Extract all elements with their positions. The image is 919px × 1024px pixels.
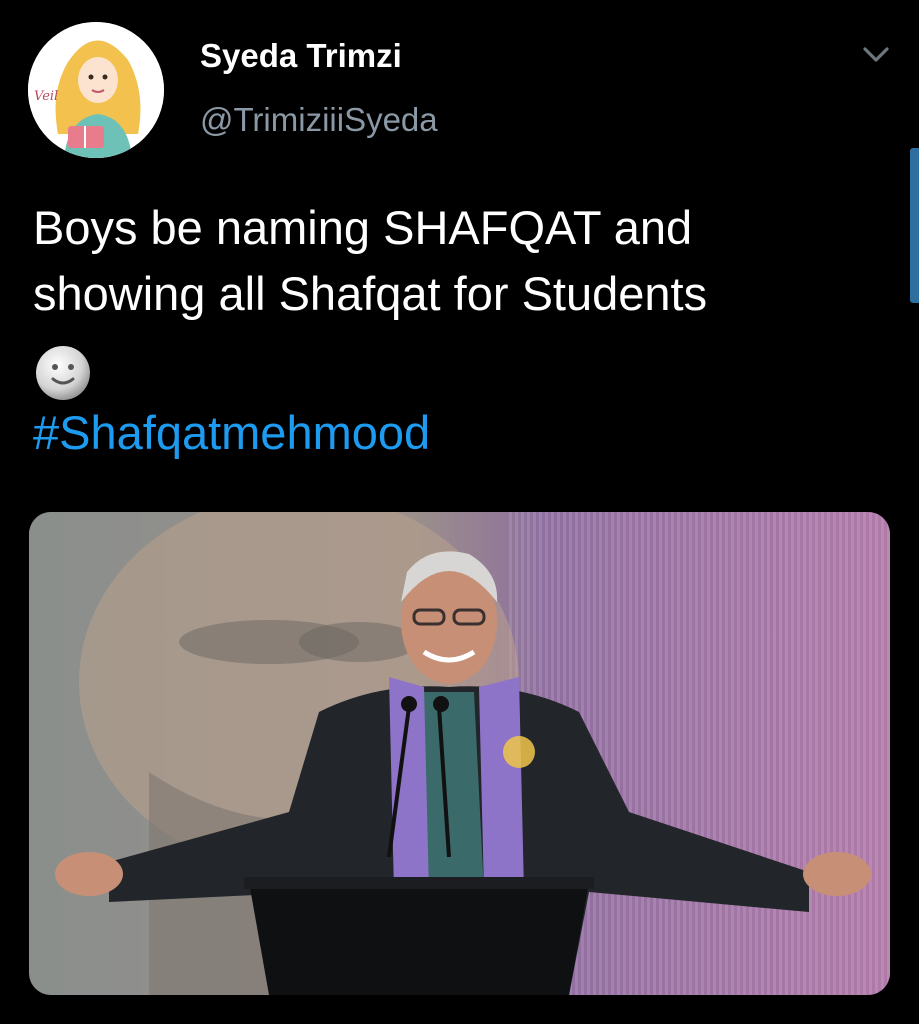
tweet-text-line: Boys be naming SHAFQAT and bbox=[33, 201, 693, 254]
scroll-indicator bbox=[910, 148, 919, 303]
author-handle[interactable]: @TrimiziiiSyeda bbox=[200, 101, 438, 139]
avatar-illustration-icon: Veil bbox=[28, 22, 164, 158]
tweet-media-photo[interactable] bbox=[29, 512, 890, 995]
avatar-veil-text: Veil bbox=[34, 89, 58, 104]
tweet-text-line: showing all Shafqat for Students bbox=[33, 267, 708, 320]
author-avatar[interactable]: Veil bbox=[28, 22, 164, 158]
photo-man-at-podium-icon bbox=[29, 512, 890, 995]
hashtag-link[interactable]: #Shafqatmehmood bbox=[33, 405, 430, 460]
slightly-smiling-face-emoji-icon bbox=[33, 343, 93, 403]
tweet-body: Boys be naming SHAFQAT and showing all S… bbox=[33, 195, 873, 327]
tweet-card: Veil Syeda Trimzi @TrimiziiiSyeda Boys b… bbox=[0, 0, 919, 1024]
chevron-down-icon[interactable] bbox=[856, 40, 896, 70]
author-display-name[interactable]: Syeda Trimzi bbox=[200, 37, 402, 75]
